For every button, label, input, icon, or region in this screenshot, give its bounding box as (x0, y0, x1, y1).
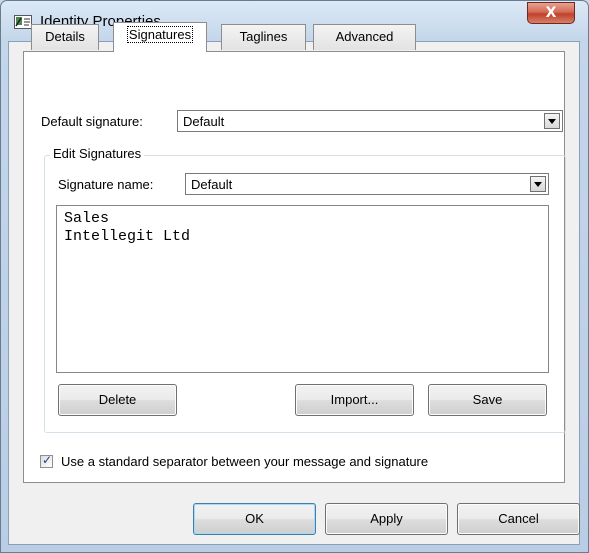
edit-signatures-group-label: Edit Signatures (50, 146, 145, 161)
tab-taglines-label: Taglines (239, 29, 288, 44)
separator-checkbox-label[interactable]: Use a standard separator between your me… (61, 454, 428, 469)
import-button[interactable]: Import... (295, 384, 414, 416)
cancel-button[interactable]: Cancel (457, 503, 580, 535)
tab-details[interactable]: Details (31, 24, 99, 50)
default-signature-value: Default (183, 114, 225, 129)
delete-button[interactable]: Delete (58, 384, 177, 416)
signature-name-label: Signature name: (58, 177, 154, 192)
tab-details-label: Details (45, 29, 85, 44)
separator-checkbox[interactable] (40, 453, 53, 468)
signature-text-line: Sales (64, 210, 110, 227)
save-button[interactable]: Save (428, 384, 547, 416)
apply-button[interactable]: Apply (325, 503, 448, 535)
tab-signatures[interactable]: Signatures (113, 22, 207, 52)
chevron-down-icon[interactable] (544, 113, 560, 129)
signature-name-value: Default (191, 177, 233, 192)
identity-app-icon (14, 15, 32, 29)
close-icon: X (545, 5, 557, 21)
close-button[interactable]: X (527, 2, 575, 24)
tab-advanced[interactable]: Advanced (313, 24, 416, 50)
tab-signatures-label: Signatures (126, 26, 194, 43)
signature-text-area[interactable]: Sales Intellegit Ltd (56, 205, 549, 373)
tab-taglines[interactable]: Taglines (221, 24, 306, 50)
chevron-down-icon[interactable] (530, 176, 546, 192)
default-signature-select[interactable]: Default (177, 110, 563, 132)
ok-button[interactable]: OK (193, 503, 316, 535)
signature-name-select[interactable]: Default (185, 173, 549, 195)
default-signature-label: Default signature: (41, 114, 143, 129)
signature-text-line: Intellegit Ltd (64, 228, 191, 245)
tab-advanced-label: Advanced (335, 29, 394, 44)
